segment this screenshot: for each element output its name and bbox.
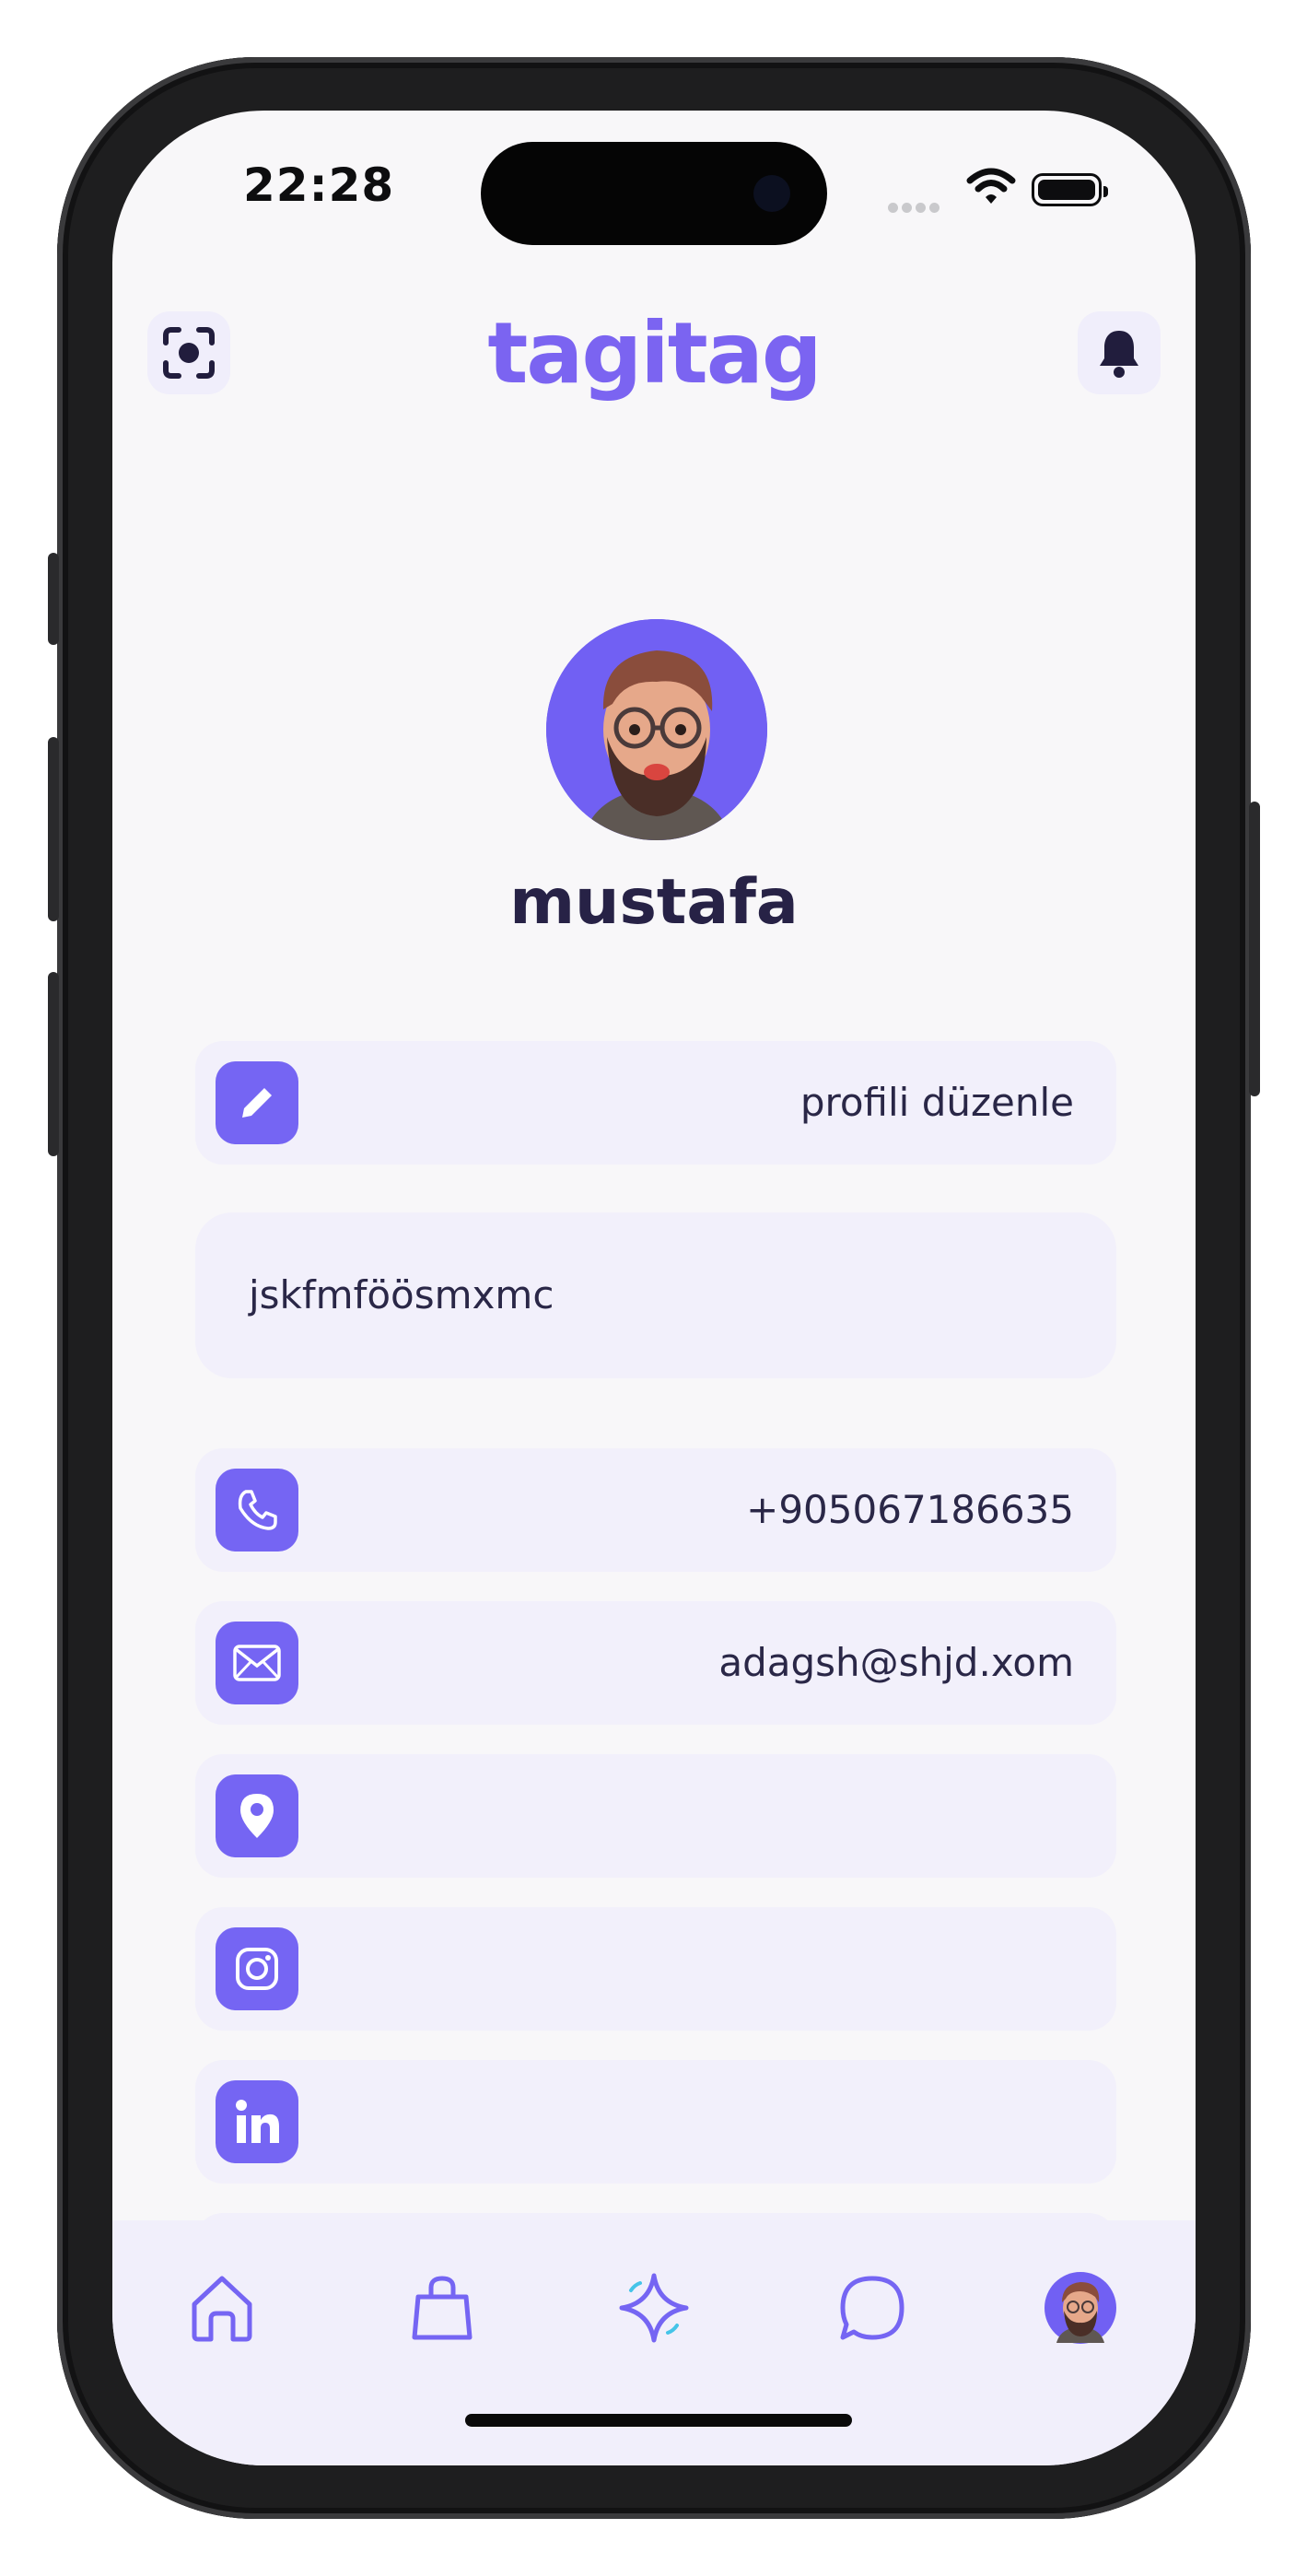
- brand-logo: tagitag: [487, 304, 822, 403]
- profile-username: mustafa: [509, 866, 799, 939]
- edit-profile-label: profili düzenle: [799, 1080, 1074, 1125]
- home-icon: [192, 2276, 252, 2342]
- camera: [753, 175, 790, 212]
- volume-up-button: [48, 737, 59, 921]
- phone-row[interactable]: +905067186635: [195, 1448, 1116, 1572]
- location-row[interactable]: [195, 1754, 1116, 1878]
- bag-icon: [412, 2276, 473, 2340]
- bio-text: jskfmföösmxmc: [249, 1272, 554, 1317]
- linkedin-icon: [216, 2080, 298, 2163]
- screen: 22:28 tagitag mustafa profili düzenle js…: [112, 111, 1196, 2465]
- tab-shop[interactable]: [401, 2266, 484, 2349]
- battery-icon: [1032, 173, 1108, 206]
- dynamic-island: [481, 142, 827, 245]
- edit-profile-row[interactable]: profili düzenle: [195, 1041, 1116, 1165]
- home-indicator: [465, 2414, 852, 2427]
- phone-value: +905067186635: [746, 1487, 1074, 1532]
- tab-home[interactable]: [181, 2266, 263, 2349]
- email-row[interactable]: adagsh@shjd.xom: [195, 1601, 1116, 1725]
- bio-card: jskfmföösmxmc: [195, 1212, 1116, 1378]
- instagram-icon: [216, 1927, 298, 2010]
- notifications-button[interactable]: [1078, 311, 1161, 394]
- phone-icon: [216, 1469, 298, 1551]
- cellular-signal-icon: [888, 199, 945, 213]
- email-value: adagsh@shjd.xom: [718, 1640, 1074, 1685]
- avatar: [1044, 2272, 1116, 2344]
- pencil-icon: [216, 1061, 298, 1144]
- status-time: 22:28: [243, 158, 395, 212]
- linkedin-row[interactable]: [195, 2060, 1116, 2184]
- wifi-icon: [966, 168, 1016, 210]
- tab-tagitag[interactable]: [613, 2266, 695, 2349]
- tab-messages[interactable]: [831, 2266, 914, 2349]
- tab-profile[interactable]: [1039, 2266, 1122, 2349]
- profile-avatar[interactable]: [546, 619, 767, 840]
- action-button: [48, 553, 59, 645]
- instagram-row[interactable]: [195, 1907, 1116, 2031]
- power-button: [1249, 802, 1260, 1096]
- sparkle-icon: [619, 2273, 689, 2343]
- chat-icon: [840, 2276, 904, 2340]
- location-icon: [216, 1774, 298, 1857]
- volume-down-button: [48, 972, 59, 1156]
- bell-icon: [1100, 331, 1138, 378]
- mail-icon: [216, 1622, 298, 1704]
- tab-bar: [112, 2220, 1196, 2465]
